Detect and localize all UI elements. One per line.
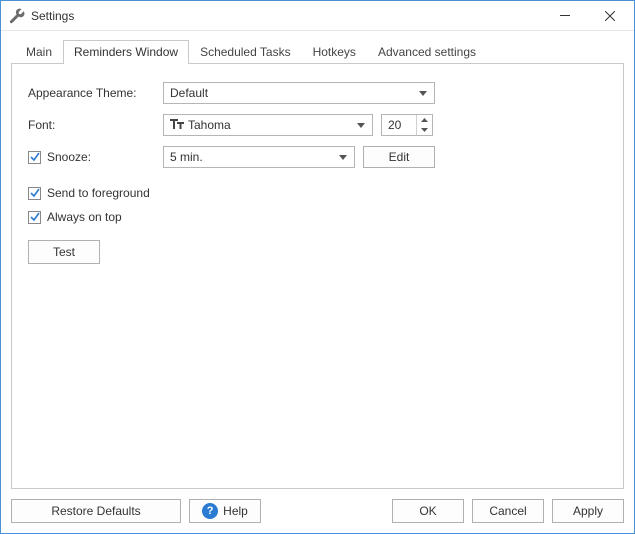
- close-button[interactable]: [587, 1, 632, 30]
- spinner-arrows: [416, 115, 432, 135]
- button-label: Cancel: [489, 504, 526, 518]
- font-combo[interactable]: Tahoma: [163, 114, 373, 136]
- combo-value: Tahoma: [188, 118, 354, 132]
- send-foreground-label-text: Send to foreground: [47, 186, 150, 200]
- send-foreground-checkbox[interactable]: [28, 187, 41, 200]
- button-label: OK: [419, 504, 436, 518]
- client-area: Main Reminders Window Scheduled Tasks Ho…: [1, 31, 634, 533]
- button-label: Apply: [573, 504, 603, 518]
- tab-advanced-settings[interactable]: Advanced settings: [367, 40, 487, 64]
- always-on-top-checkbox[interactable]: [28, 211, 41, 224]
- tab-main[interactable]: Main: [15, 40, 63, 64]
- snooze-label-text: Snooze:: [47, 150, 91, 164]
- font-tt-icon: [170, 119, 184, 131]
- row-snooze: Snooze: 5 min. Edit: [28, 146, 607, 168]
- snooze-combo[interactable]: 5 min.: [163, 146, 355, 168]
- always-on-top-checkbox-label[interactable]: Always on top: [28, 210, 122, 224]
- minimize-button[interactable]: [542, 1, 587, 30]
- window-title: Settings: [31, 9, 74, 23]
- tab-label: Scheduled Tasks: [200, 45, 291, 59]
- tab-strip: Main Reminders Window Scheduled Tasks Ho…: [15, 39, 624, 63]
- test-button[interactable]: Test: [28, 240, 100, 264]
- font-label: Font:: [28, 118, 163, 132]
- tab-label: Hotkeys: [313, 45, 356, 59]
- spinner-up[interactable]: [417, 115, 432, 125]
- dialog-footer: Restore Defaults ? Help OK Cancel Apply: [11, 489, 624, 523]
- chevron-down-icon: [354, 123, 368, 128]
- tab-label: Advanced settings: [378, 45, 476, 59]
- edit-button[interactable]: Edit: [363, 146, 435, 168]
- tab-label: Main: [26, 45, 52, 59]
- help-icon: ?: [202, 503, 218, 519]
- restore-defaults-button[interactable]: Restore Defaults: [11, 499, 181, 523]
- row-always-on-top: Always on top: [28, 210, 607, 224]
- spinner-value: 20: [388, 118, 416, 132]
- button-label: Test: [53, 245, 75, 259]
- tab-panel: Appearance Theme: Default Font: Tahoma: [11, 63, 624, 489]
- titlebar: Settings: [1, 1, 634, 31]
- chevron-down-icon: [336, 155, 350, 160]
- always-on-top-label-text: Always on top: [47, 210, 122, 224]
- cancel-button[interactable]: Cancel: [472, 499, 544, 523]
- appearance-theme-label: Appearance Theme:: [28, 86, 163, 100]
- combo-value: Default: [170, 86, 416, 100]
- button-label: Help: [223, 504, 248, 518]
- appearance-theme-combo[interactable]: Default: [163, 82, 435, 104]
- button-label: Restore Defaults: [51, 504, 140, 518]
- font-size-spinner[interactable]: 20: [381, 114, 433, 136]
- snooze-checkbox[interactable]: [28, 151, 41, 164]
- chevron-down-icon: [416, 91, 430, 96]
- tab-reminders-window[interactable]: Reminders Window: [63, 40, 189, 64]
- send-foreground-checkbox-label[interactable]: Send to foreground: [28, 186, 150, 200]
- combo-value: 5 min.: [170, 150, 336, 164]
- tab-scheduled-tasks[interactable]: Scheduled Tasks: [189, 40, 302, 64]
- apply-button[interactable]: Apply: [552, 499, 624, 523]
- wrench-icon: [9, 8, 25, 24]
- tab-label: Reminders Window: [74, 45, 178, 59]
- help-button[interactable]: ? Help: [189, 499, 261, 523]
- ok-button[interactable]: OK: [392, 499, 464, 523]
- row-font: Font: Tahoma 20: [28, 114, 607, 136]
- row-send-to-foreground: Send to foreground: [28, 186, 607, 200]
- snooze-checkbox-label[interactable]: Snooze:: [28, 150, 163, 164]
- tab-hotkeys[interactable]: Hotkeys: [302, 40, 367, 64]
- button-label: Edit: [389, 150, 410, 164]
- row-appearance-theme: Appearance Theme: Default: [28, 82, 607, 104]
- spinner-down[interactable]: [417, 125, 432, 135]
- row-test: Test: [28, 240, 607, 264]
